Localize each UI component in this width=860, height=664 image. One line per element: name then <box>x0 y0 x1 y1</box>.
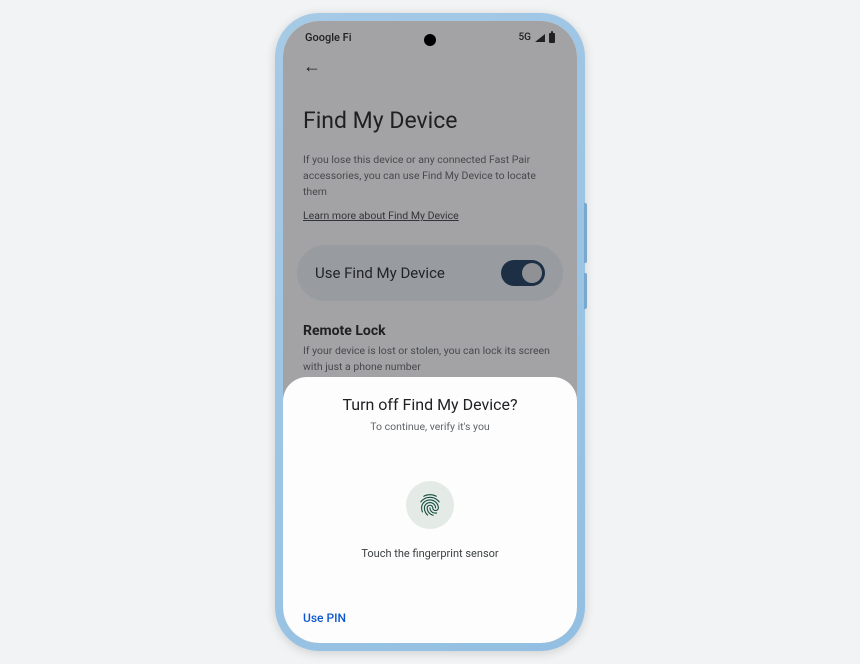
dialog-subtitle: To continue, verify it's you <box>301 420 559 433</box>
biometric-dialog: Turn off Find My Device? To continue, ve… <box>283 377 577 643</box>
use-pin-button[interactable]: Use PIN <box>301 607 348 629</box>
fingerprint-icon <box>417 492 443 518</box>
dialog-title: Turn off Find My Device? <box>301 395 559 414</box>
fingerprint-sensor[interactable] <box>406 481 454 529</box>
dialog-actions: Use PIN <box>301 607 559 629</box>
fingerprint-area: Touch the fingerprint sensor <box>301 433 559 607</box>
fingerprint-prompt: Touch the fingerprint sensor <box>361 547 498 560</box>
volume-button <box>584 203 587 263</box>
power-button <box>584 273 587 309</box>
phone-frame: Google Fi 5G ← Find My Device If you los… <box>275 13 585 651</box>
phone-screen: Google Fi 5G ← Find My Device If you los… <box>283 21 577 643</box>
camera-cutout <box>424 34 436 46</box>
